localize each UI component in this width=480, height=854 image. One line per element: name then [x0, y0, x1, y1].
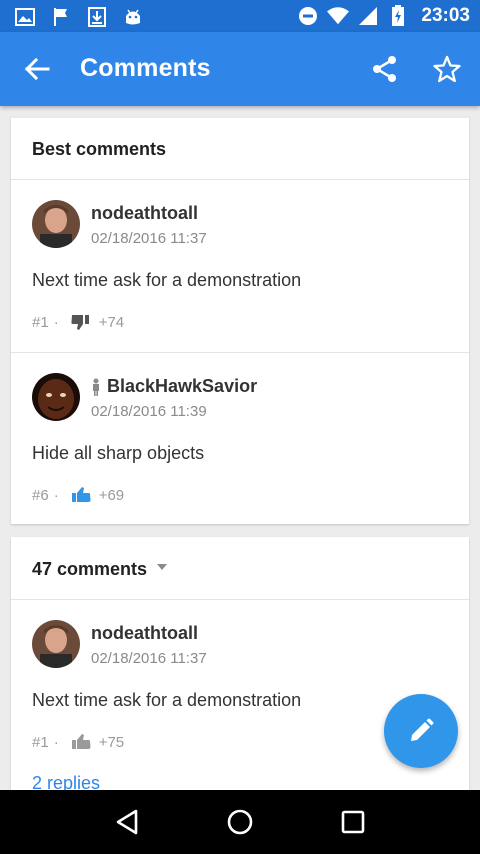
comment-meta: #1 · +75: [32, 733, 124, 751]
comment-score: +69: [98, 486, 125, 504]
comment-text: Hide all sharp objects: [32, 443, 205, 463]
recents-square-icon: [342, 810, 365, 834]
person-icon: [93, 378, 99, 396]
comment-date: 02/18/2016 11:37: [91, 230, 207, 247]
page-title: Comments: [80, 54, 211, 82]
avatar[interactable]: [32, 373, 80, 421]
separator-dot: ·: [53, 486, 59, 504]
dropdown-arrow-icon[interactable]: [157, 564, 167, 570]
favorite-button[interactable]: [430, 52, 464, 86]
back-button[interactable]: [20, 52, 54, 86]
comment-meta: #6 · +69: [32, 486, 124, 504]
comment-number: #1: [32, 733, 49, 751]
nav-home-button[interactable]: [220, 802, 260, 842]
comment-item[interactable]: nodeathtoall 02/18/2016 11:37 Next time …: [11, 600, 469, 797]
image-icon: [14, 6, 36, 28]
signal-icon: [357, 5, 379, 27]
thumb-up-icon[interactable]: [71, 733, 91, 751]
star-outline-icon: [433, 55, 461, 83]
share-icon: [373, 56, 396, 82]
clock: 23:03: [421, 5, 470, 26]
best-comments-header: Best comments: [11, 118, 469, 180]
comment-author[interactable]: nodeathtoall: [91, 623, 198, 644]
write-comment-button[interactable]: [384, 694, 458, 768]
battery-charging-icon: [387, 5, 409, 27]
nav-recents-button[interactable]: [333, 802, 373, 842]
comment-score: +75: [98, 733, 125, 751]
nav-back-button[interactable]: [107, 802, 147, 842]
comment-number: #6: [32, 486, 49, 504]
comment-item[interactable]: nodeathtoall 02/18/2016 11:37 Next time …: [11, 180, 469, 352]
comment-author[interactable]: nodeathtoall: [91, 203, 198, 224]
share-button[interactable]: [368, 52, 402, 86]
comment-author[interactable]: BlackHawkSavior: [91, 376, 257, 397]
comment-meta: #1 · +74: [32, 313, 124, 331]
best-comments-card: Best comments nodeathtoall 02/18/2016 11…: [11, 118, 469, 524]
comments-count-header[interactable]: 47 comments: [11, 537, 469, 600]
thumb-up-icon[interactable]: [71, 486, 91, 504]
wifi-icon: [327, 5, 350, 27]
back-triangle-icon: [116, 809, 137, 835]
comments-count: 47 comments: [32, 559, 148, 579]
system-nav-bar: [0, 790, 480, 854]
status-bar: 23:03: [0, 0, 480, 32]
avatar[interactable]: [32, 620, 80, 668]
pencil-icon: [411, 718, 434, 741]
avatar[interactable]: [32, 200, 80, 248]
comment-item[interactable]: BlackHawkSavior 02/18/2016 11:39 Hide al…: [11, 352, 469, 524]
thumb-down-icon[interactable]: [71, 313, 91, 331]
comment-score: +74: [98, 313, 125, 331]
comment-text: Next time ask for a demonstration: [32, 690, 302, 710]
arrow-back-icon: [24, 57, 50, 81]
download-icon: [86, 6, 108, 28]
comment-date: 02/18/2016 11:39: [91, 403, 207, 420]
app-toolbar: Comments: [0, 32, 480, 106]
android-icon: [122, 6, 144, 28]
home-circle-icon: [227, 809, 253, 835]
comment-text: Next time ask for a demonstration: [32, 270, 302, 290]
comment-number: #1: [32, 313, 49, 331]
best-comments-title: Best comments: [32, 139, 167, 159]
separator-dot: ·: [53, 313, 59, 331]
separator-dot: ·: [53, 733, 59, 751]
do-not-disturb-icon: [297, 5, 319, 27]
comment-date: 02/18/2016 11:37: [91, 650, 207, 667]
flag-icon: [50, 6, 72, 28]
